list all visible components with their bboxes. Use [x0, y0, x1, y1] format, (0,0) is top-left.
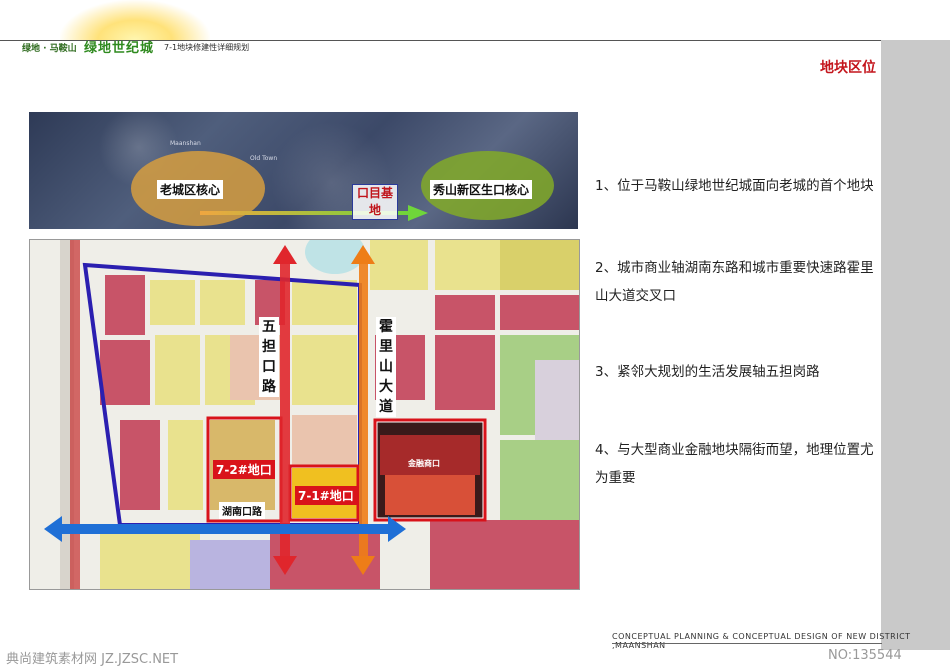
point-1: 1、位于马鞍山绿地世纪城面向老城的首个地块 [595, 178, 874, 194]
satellite-caption: Old Town [250, 155, 278, 162]
road-hunan-label: 湖南口路 [219, 502, 265, 519]
point-4: 4、与大型商业金融地块隔街而望，地理位置尤为重要 [595, 442, 874, 486]
road-wudan-label: 五担口路 [259, 317, 279, 397]
project-site-label-line1: 口目基 [356, 186, 393, 200]
watermark-text: 典尚建筑素材网 JZ.JZSC.NET [6, 652, 179, 667]
project-site-label-line2: 地 [368, 203, 381, 217]
brand-name: 绿地世纪城 [84, 41, 155, 56]
point-3: 3、紧邻大规划的生活发展轴五担岗路 [595, 364, 820, 380]
old-town-core-label: 老城区核心 [157, 180, 224, 199]
plot-7-2-label: 7-2#地口 [213, 460, 275, 479]
point-2: 2、城市商业轴湖南东路和城市重要快速路霍里山大道交叉口 [595, 260, 874, 304]
right-side-bar [881, 40, 950, 650]
satellite-caption: Maanshan [170, 140, 201, 147]
document-title: 7-1地块修建性详细规划 [164, 43, 250, 52]
project-site-label: 口目基 地 [352, 184, 398, 220]
finance-plot-label: 金融商口 [408, 459, 440, 468]
footer-divider [612, 643, 882, 644]
sun-glow-decoration [60, 0, 210, 40]
plot-7-1-label: 7-1#地口 [295, 486, 357, 505]
document-number: NO:135544 [828, 648, 902, 663]
road-huoli-label: 霍里山大道 [376, 317, 396, 417]
land-use-map-graphic [30, 240, 579, 589]
land-use-map: 五担口路 霍里山大道 7-2#地口 7-1#地口 湖南口路 金融商口 [29, 239, 580, 590]
brand-prefix: 绿地 · 马鞍山 [22, 44, 77, 54]
new-district-core-label: 秀山新区生口核心 [430, 180, 533, 199]
section-title: 地块区位 [820, 60, 876, 76]
